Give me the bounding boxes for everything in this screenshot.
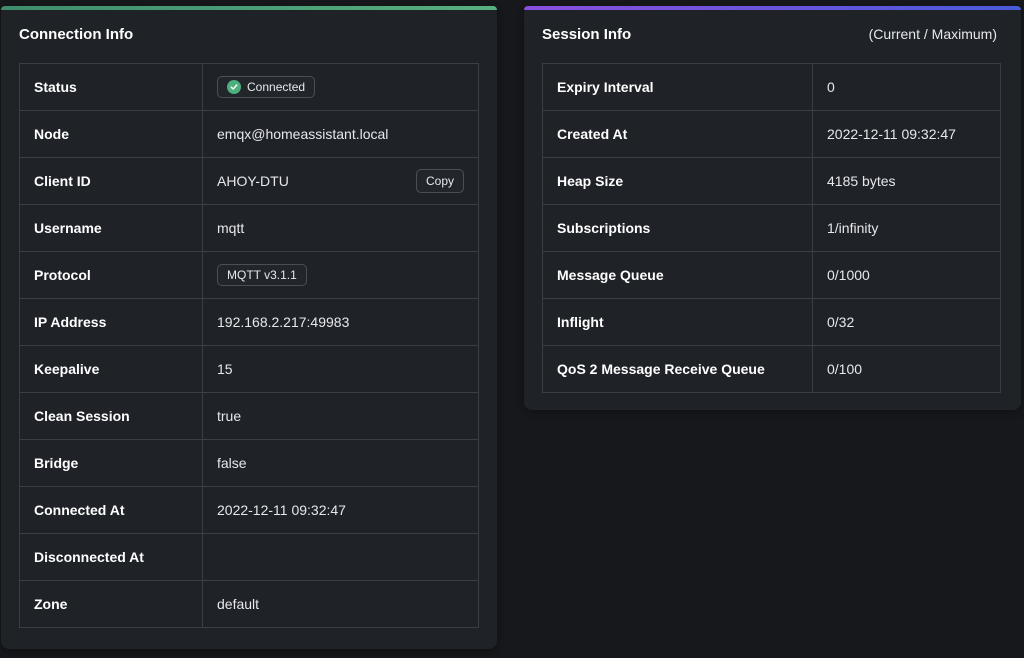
table-row: Protocol MQTT v3.1.1 <box>19 251 479 299</box>
connected-at-value: 2022-12-11 09:32:47 <box>202 486 479 534</box>
subscriptions-value: 1/infinity <box>812 204 1001 252</box>
table-row: Disconnected At <box>19 533 479 581</box>
table-row: Client ID AHOY-DTU Copy <box>19 157 479 205</box>
node-label: Node <box>19 110 203 158</box>
table-row: Node emqx@homeassistant.local <box>19 110 479 158</box>
status-badge: Connected <box>217 76 316 98</box>
heap-size-label: Heap Size <box>542 157 813 205</box>
inflight-label: Inflight <box>542 298 813 346</box>
clean-session-label: Clean Session <box>19 392 203 440</box>
table-row: Connected At 2022-12-11 09:32:47 <box>19 486 479 534</box>
status-value: Connected <box>202 63 479 111</box>
disconnected-at-label: Disconnected At <box>19 533 203 581</box>
client-id-value: AHOY-DTU <box>217 173 289 189</box>
bridge-value: false <box>202 439 479 487</box>
table-row: Expiry Interval 0 <box>542 63 1001 111</box>
connection-info-table: Status Connected Node emqx@homeassistant… <box>19 63 479 628</box>
card-accent-bar <box>524 6 1021 10</box>
bridge-label: Bridge <box>19 439 203 487</box>
client-id-cell: AHOY-DTU Copy <box>202 157 479 205</box>
session-info-card: Session Info (Current / Maximum) Expiry … <box>524 6 1021 410</box>
connection-info-card: Connection Info Status Connected Node em… <box>1 6 497 649</box>
message-queue-value: 0/1000 <box>812 251 1001 299</box>
protocol-cell: MQTT v3.1.1 <box>202 251 479 299</box>
table-row: Message Queue 0/1000 <box>542 251 1001 299</box>
session-info-table: Expiry Interval 0 Created At 2022-12-11 … <box>542 63 1001 393</box>
subscriptions-label: Subscriptions <box>542 204 813 252</box>
zone-label: Zone <box>19 580 203 628</box>
check-circle-icon <box>227 80 241 94</box>
table-row: IP Address 192.168.2.217:49983 <box>19 298 479 346</box>
protocol-label: Protocol <box>19 251 203 299</box>
table-row: Keepalive 15 <box>19 345 479 393</box>
session-info-subtitle: (Current / Maximum) <box>868 26 997 42</box>
table-row: Heap Size 4185 bytes <box>542 157 1001 205</box>
zone-value: default <box>202 580 479 628</box>
created-at-label: Created At <box>542 110 813 158</box>
expiry-interval-label: Expiry Interval <box>542 63 813 111</box>
created-at-value: 2022-12-11 09:32:47 <box>812 110 1001 158</box>
qos2-receive-queue-value: 0/100 <box>812 345 1001 393</box>
username-label: Username <box>19 204 203 252</box>
session-info-title: Session Info <box>542 26 632 43</box>
table-row: Username mqtt <box>19 204 479 252</box>
connection-info-title: Connection Info <box>19 26 134 43</box>
username-value: mqtt <box>202 204 479 252</box>
table-row: Zone default <box>19 580 479 628</box>
card-accent-bar <box>1 6 497 10</box>
status-label: Status <box>19 63 203 111</box>
table-row: Clean Session true <box>19 392 479 440</box>
copy-client-id-button[interactable]: Copy <box>415 169 464 193</box>
ip-address-label: IP Address <box>19 298 203 346</box>
heap-size-value: 4185 bytes <box>812 157 1001 205</box>
node-value: emqx@homeassistant.local <box>202 110 479 158</box>
status-text: Connected <box>247 80 306 94</box>
client-id-label: Client ID <box>19 157 203 205</box>
ip-address-value: 192.168.2.217:49983 <box>202 298 479 346</box>
table-row: QoS 2 Message Receive Queue 0/100 <box>542 345 1001 393</box>
connected-at-label: Connected At <box>19 486 203 534</box>
table-row: Inflight 0/32 <box>542 298 1001 346</box>
keepalive-value: 15 <box>202 345 479 393</box>
table-row: Status Connected <box>19 63 479 111</box>
message-queue-label: Message Queue <box>542 251 813 299</box>
keepalive-label: Keepalive <box>19 345 203 393</box>
qos2-receive-queue-label: QoS 2 Message Receive Queue <box>542 345 813 393</box>
table-row: Subscriptions 1/infinity <box>542 204 1001 252</box>
table-row: Created At 2022-12-11 09:32:47 <box>542 110 1001 158</box>
table-row: Bridge false <box>19 439 479 487</box>
expiry-interval-value: 0 <box>812 63 1001 111</box>
protocol-badge: MQTT v3.1.1 <box>217 264 307 286</box>
inflight-value: 0/32 <box>812 298 1001 346</box>
disconnected-at-value <box>202 533 479 581</box>
clean-session-value: true <box>202 392 479 440</box>
